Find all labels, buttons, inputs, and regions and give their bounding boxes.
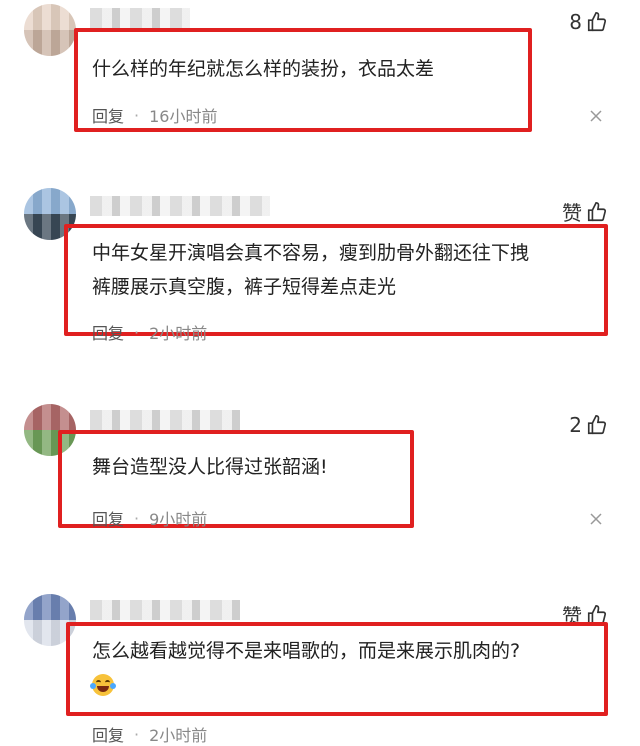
separator-dot: · bbox=[134, 508, 140, 528]
comment-text: 怎么越看越觉得不是来唱歌的，而是来展示肌肉的? bbox=[92, 640, 521, 662]
username-blurred bbox=[90, 600, 240, 620]
timestamp: 16小时前 bbox=[149, 107, 218, 126]
like-button[interactable]: 2 bbox=[569, 413, 608, 437]
username-blurred bbox=[90, 410, 240, 430]
comment-text: 什么样的年纪就怎么样的装扮，衣品太差 bbox=[92, 58, 435, 80]
timestamp: 2小时前 bbox=[149, 324, 208, 343]
comment-meta: 回复 · 2小时前 bbox=[92, 722, 207, 746]
comment-meta: 回复 · 16小时前 bbox=[92, 103, 217, 127]
reply-button[interactable]: 回复 bbox=[92, 320, 124, 344]
reply-button[interactable]: 回复 bbox=[92, 506, 124, 530]
comment-meta: 回复 · 9小时前 bbox=[92, 506, 207, 530]
username-blurred bbox=[90, 8, 190, 28]
laughing-tears-emoji bbox=[90, 674, 116, 696]
separator-dot: · bbox=[134, 105, 140, 125]
avatar[interactable] bbox=[24, 4, 76, 56]
like-button[interactable]: 8 bbox=[569, 10, 608, 34]
like-button[interactable]: 赞 bbox=[562, 197, 608, 226]
username-blurred bbox=[90, 196, 270, 216]
timestamp: 2小时前 bbox=[149, 726, 208, 745]
reply-button[interactable]: 回复 bbox=[92, 103, 124, 127]
comment-text: 舞台造型没人比得过张韶涵! bbox=[92, 456, 328, 478]
close-icon[interactable] bbox=[588, 108, 604, 124]
comment-text: 中年女星开演唱会真不容易，瘦到肋骨外翻还往下拽 裤腰展示真空腹，裤子短得差点走光 bbox=[92, 242, 530, 298]
like-count: 2 bbox=[569, 413, 582, 437]
separator-dot: · bbox=[134, 322, 140, 342]
thumbs-up-icon bbox=[587, 415, 607, 435]
like-count: 8 bbox=[569, 10, 582, 34]
comment-meta: 回复 · 2小时前 bbox=[92, 320, 207, 344]
close-icon[interactable] bbox=[588, 511, 604, 527]
like-count: 赞 bbox=[562, 201, 582, 225]
thumbs-up-icon bbox=[587, 201, 607, 221]
thumbs-up-icon bbox=[587, 12, 607, 32]
reply-button[interactable]: 回复 bbox=[92, 722, 124, 746]
separator-dot: · bbox=[134, 724, 140, 744]
timestamp: 9小时前 bbox=[149, 510, 208, 529]
